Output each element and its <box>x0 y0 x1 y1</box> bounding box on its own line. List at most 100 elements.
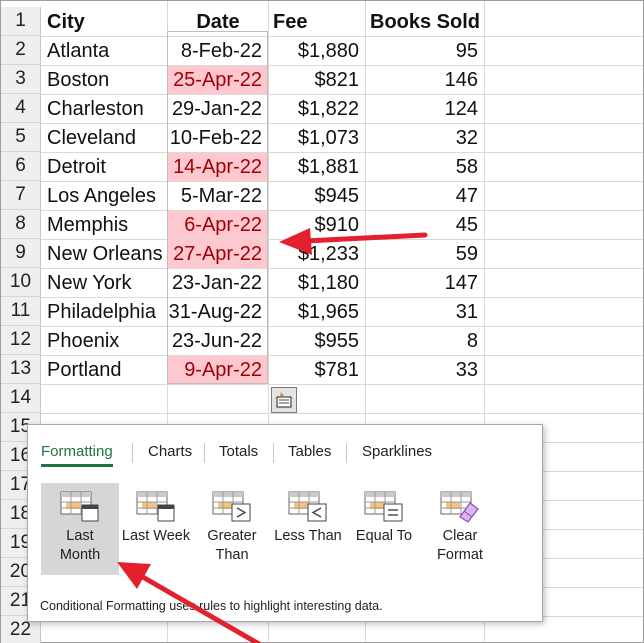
last-week-icon <box>136 491 175 522</box>
cell-fee[interactable]: $1,822 <box>269 95 365 123</box>
cell-fee[interactable]: $1,180 <box>269 269 365 297</box>
row-header[interactable]: 5 <box>1 123 41 152</box>
column-header-city[interactable]: City <box>43 8 166 36</box>
quick-analysis-button[interactable] <box>271 387 297 413</box>
cell-city[interactable]: Cleveland <box>43 124 166 152</box>
tab-sparklines[interactable]: Sparklines <box>362 437 432 467</box>
less-than-button[interactable]: Less Than <box>269 483 347 575</box>
row-header[interactable]: 1 <box>1 7 41 36</box>
cell-books[interactable]: 8 <box>366 327 484 355</box>
cell-fee[interactable]: $821 <box>269 66 365 94</box>
cell-city[interactable]: Memphis <box>43 211 166 239</box>
equal-to-icon <box>364 491 403 522</box>
cell-date[interactable]: 23-Jun-22 <box>168 327 268 355</box>
cell-date[interactable]: 6-Apr-22 <box>168 211 268 239</box>
last-month-button[interactable]: Last Month <box>41 483 119 575</box>
less-than-icon <box>288 491 327 522</box>
clear-format-button[interactable]: Clear Format <box>421 483 499 575</box>
cell-city[interactable]: Detroit <box>43 153 166 181</box>
row-header[interactable]: 9 <box>1 239 41 268</box>
equal-to-button[interactable]: Equal To <box>345 483 423 575</box>
tab-tables[interactable]: Tables <box>288 437 331 467</box>
row-header[interactable]: 7 <box>1 181 41 210</box>
cell-city[interactable]: New Orleans <box>43 240 166 268</box>
cell-fee[interactable]: $1,965 <box>269 298 365 326</box>
cell-fee[interactable]: $781 <box>269 356 365 384</box>
cell-fee[interactable]: $1,073 <box>269 124 365 152</box>
cell-date[interactable]: 14-Apr-22 <box>168 153 268 181</box>
tab-formatting[interactable]: Formatting <box>41 437 113 467</box>
last-week-button[interactable]: Last Week <box>117 483 195 575</box>
tab-separator <box>204 443 205 463</box>
cell-city[interactable]: Atlanta <box>43 37 166 65</box>
cell-books[interactable]: 45 <box>366 211 484 239</box>
tab-charts[interactable]: Charts <box>148 437 192 467</box>
cell-books[interactable]: 95 <box>366 37 484 65</box>
column-header-fee[interactable]: Fee <box>269 8 365 36</box>
cell-city[interactable]: Los Angeles <box>43 182 166 210</box>
clear-format-icon <box>440 491 479 523</box>
cell-books[interactable]: 31 <box>366 298 484 326</box>
last-month-label: Last Month <box>59 528 101 563</box>
cell-books[interactable]: 124 <box>366 95 484 123</box>
cell-date[interactable]: 23-Jan-22 <box>168 269 268 297</box>
row-header[interactable]: 12 <box>1 326 41 355</box>
cell-fee[interactable]: $1,880 <box>269 37 365 65</box>
cell-date[interactable]: 29-Jan-22 <box>168 95 268 123</box>
greater-than-button[interactable]: Greater Than <box>193 483 271 575</box>
quick-analysis-panel: Formatting Charts Totals Tables Sparklin… <box>27 424 543 622</box>
cell-fee[interactable]: $1,881 <box>269 153 365 181</box>
cell-fee[interactable]: $945 <box>269 182 365 210</box>
cell-date[interactable]: 31-Aug-22 <box>168 298 268 326</box>
less-than-label: Less Than <box>274 528 342 544</box>
tab-separator <box>273 443 274 463</box>
row-header[interactable]: 10 <box>1 268 41 297</box>
cell-fee[interactable]: $910 <box>269 211 365 239</box>
cell-city[interactable]: Boston <box>43 66 166 94</box>
cell-fee[interactable]: $955 <box>269 327 365 355</box>
cell-city[interactable]: Philadelphia <box>43 298 166 326</box>
cell-date[interactable]: 5-Mar-22 <box>168 182 268 210</box>
cell-books[interactable]: 47 <box>366 182 484 210</box>
cell-books[interactable]: 146 <box>366 66 484 94</box>
greater-than-icon <box>212 491 251 522</box>
cell-city[interactable]: Phoenix <box>43 327 166 355</box>
row-header[interactable]: 13 <box>1 355 41 384</box>
column-header-date[interactable]: Date <box>168 8 268 36</box>
row-header[interactable]: 11 <box>1 297 41 326</box>
row-header[interactable]: 14 <box>1 384 41 413</box>
greater-than-label: Greater Than <box>207 528 257 563</box>
spreadsheet: 1 2 3 4 5 6 7 8 9 10 11 12 13 14 15 16 17 18 19 20 21 22 City D… <box>0 0 644 643</box>
cell-date[interactable]: 25-Apr-22 <box>168 66 268 94</box>
row-header[interactable]: 8 <box>1 210 41 239</box>
cell-date[interactable]: 27-Apr-22 <box>168 240 268 268</box>
cell-city[interactable]: New York <box>43 269 166 297</box>
cell-books[interactable]: 59 <box>366 240 484 268</box>
grid-line <box>41 413 643 414</box>
cell-books[interactable]: 147 <box>366 269 484 297</box>
cell-fee[interactable]: $1,233 <box>269 240 365 268</box>
quick-analysis-icon <box>276 392 292 408</box>
cell-city[interactable]: Charleston <box>43 95 166 123</box>
cell-date[interactable]: 9-Apr-22 <box>168 356 268 384</box>
panel-description: Conditional Formatting uses rules to hig… <box>40 599 383 613</box>
cell-books[interactable]: 33 <box>366 356 484 384</box>
column-header-books[interactable]: Books Sold <box>366 8 484 36</box>
tab-separator <box>132 443 133 463</box>
last-month-icon <box>60 491 99 522</box>
row-header[interactable]: 6 <box>1 152 41 181</box>
tab-totals[interactable]: Totals <box>219 437 258 467</box>
quick-analysis-tabs: Formatting Charts Totals Tables Sparklin… <box>28 437 542 469</box>
row-header[interactable]: 4 <box>1 94 41 123</box>
row-header[interactable]: 2 <box>1 36 41 65</box>
equal-to-label: Equal To <box>355 528 413 544</box>
cell-date[interactable]: 10-Feb-22 <box>168 124 268 152</box>
cell-books[interactable]: 32 <box>366 124 484 152</box>
last-week-label: Last Week <box>121 528 191 544</box>
tab-separator <box>346 443 347 463</box>
cell-books[interactable]: 58 <box>366 153 484 181</box>
cell-city[interactable]: Portland <box>43 356 166 384</box>
cell-date[interactable]: 8-Feb-22 <box>168 37 268 65</box>
clear-format-label: Clear Format <box>437 528 483 563</box>
row-header[interactable]: 3 <box>1 65 41 94</box>
